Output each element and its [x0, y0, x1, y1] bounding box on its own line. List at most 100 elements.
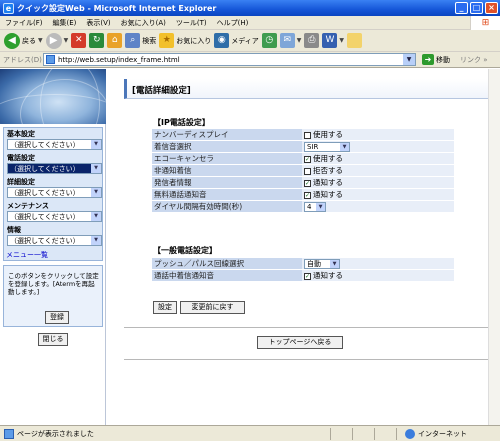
setting-label: 無料通話通知音: [152, 188, 302, 201]
nav-label: 基本設定: [7, 130, 35, 138]
status-text: ページが表示されました: [17, 429, 94, 438]
main-content-frame: [電話詳細設定] 【IP電話設定】 ナンバーディスプレイ 使用する 着信音選択 SIR…: [107, 69, 500, 425]
menu-tools[interactable]: ツール(T): [171, 18, 212, 28]
menu-view[interactable]: 表示(V): [81, 18, 115, 28]
nav-select-value: （選択してください）: [10, 213, 80, 221]
setting-control-cell: SIR ▼: [302, 140, 454, 153]
setting-label: 非通知着信: [152, 164, 302, 177]
menu-list-link[interactable]: メニュー一覧: [6, 250, 48, 260]
nav-select-phone[interactable]: （選択してください） ▼: [7, 163, 102, 174]
nav-select-advanced[interactable]: （選択してください） ▼: [7, 187, 102, 198]
setting-label: ダイヤル間隔有効時間(秒): [152, 200, 302, 213]
window-title: クイック設定Web - Microsoft Internet Explorer: [17, 3, 217, 13]
settings-row: 着信音選択 SIR ▼: [152, 140, 454, 153]
ip-checkbox-2[interactable]: ✓: [304, 155, 311, 163]
divider: [124, 327, 496, 328]
left-nav-frame: 基本設定 （選択してください） ▼ 電話設定 （選択してください） ▼ 詳細設定…: [0, 69, 106, 425]
menu-file[interactable]: ファイル(F): [0, 18, 48, 28]
go-button[interactable]: ➜ 移動: [422, 54, 450, 65]
refresh-icon: ↻: [89, 33, 105, 48]
nav-group-basic: 基本設定 （選択してください） ▼: [7, 129, 102, 150]
menu-favorites[interactable]: お気に入り(A): [116, 18, 171, 28]
menu-help[interactable]: ヘルプ(H): [212, 18, 254, 28]
settings-nav-panel: 基本設定 （選択してください） ▼ 電話設定 （選択してください） ▼ 詳細設定…: [3, 127, 103, 261]
nav-select-value: （選択してください）: [10, 141, 80, 149]
dropdown-arrow-icon: ▼: [63, 37, 69, 44]
page-title: [電話詳細設定]: [132, 86, 191, 96]
folder-button[interactable]: [347, 33, 363, 48]
nav-label: 情報: [7, 226, 21, 234]
setting-label: 発信者情報: [152, 176, 302, 189]
menu-edit[interactable]: 編集(E): [48, 18, 82, 28]
ip-checkbox-4[interactable]: ✓: [304, 179, 311, 187]
forward-button[interactable]: ▶ ▼: [45, 32, 69, 49]
settings-row: ナンバーディスプレイ 使用する: [152, 129, 454, 141]
setting-label: ナンバーディスプレイ: [152, 129, 302, 141]
status-bar: ページが表示されました インターネット: [0, 425, 500, 441]
go-arrow-icon: ➜: [422, 54, 434, 65]
address-url: http://web.setup/index_frame.html: [58, 55, 180, 64]
back-button[interactable]: ◀ 戻る ▼: [4, 32, 43, 49]
favorites-button[interactable]: ★ お気に入り: [159, 33, 211, 48]
settings-row: 通話中着信通知音 ✓ 通知する: [152, 269, 454, 282]
mail-button[interactable]: ✉ ▼: [279, 33, 301, 48]
ip-checkbox-5[interactable]: ✓: [304, 191, 311, 199]
revert-button[interactable]: 変更前に戻す: [180, 301, 245, 314]
general-checkbox-1[interactable]: ✓: [304, 272, 311, 280]
links-button[interactable]: リンク »: [460, 55, 488, 65]
close-button[interactable]: 閉じる: [38, 333, 68, 346]
set-button[interactable]: 設定: [153, 301, 177, 314]
checkbox-label: 通知する: [313, 178, 343, 187]
chevron-down-icon: ▼: [91, 212, 101, 221]
nav-select-info[interactable]: （選択してください） ▼: [7, 235, 102, 246]
chevron-down-icon: ▼: [316, 202, 325, 211]
history-button[interactable]: ◷: [261, 33, 277, 48]
general-select-0[interactable]: 自動 ▼: [304, 258, 340, 269]
back-to-top-button[interactable]: トップページへ戻る: [257, 336, 343, 349]
menu-bar: ファイル(F) 編集(E) 表示(V) お気に入り(A) ツール(T) ヘルプ(…: [0, 16, 500, 30]
register-button[interactable]: 登録: [45, 311, 69, 324]
nav-label: 電話設定: [7, 154, 35, 162]
refresh-button[interactable]: ↻: [89, 33, 105, 48]
select-value: 自動: [307, 259, 321, 268]
settings-row: 非通知着信 拒否する: [152, 164, 454, 177]
nav-select-basic[interactable]: （選択してください） ▼: [7, 139, 102, 150]
vertical-scrollbar[interactable]: [488, 69, 500, 425]
ip-select-6[interactable]: 4 ▼: [304, 201, 326, 212]
folder-icon: [347, 33, 363, 48]
word-edit-icon: W: [322, 33, 338, 48]
address-bar: アドレス(D) http://web.setup/index_frame.htm…: [0, 52, 500, 68]
nav-group-phone: 電話設定 （選択してください） ▼: [7, 153, 102, 174]
select-value: SIR: [307, 142, 319, 151]
media-button[interactable]: ◉ メディア: [214, 33, 259, 48]
search-button[interactable]: ⌕ 検索: [125, 33, 156, 48]
address-input[interactable]: http://web.setup/index_frame.html ▼: [43, 53, 416, 66]
stop-button[interactable]: ✕: [71, 33, 87, 48]
maximize-button[interactable]: □: [470, 2, 483, 14]
nav-group-info: 情報 （選択してください） ▼: [7, 225, 102, 246]
back-label: 戻る: [22, 36, 36, 45]
nav-select-value: （選択してください）: [10, 189, 80, 197]
ip-settings-table: ナンバーディスプレイ 使用する 着信音選択 SIR ▼ エコーキャンセラ ✓ 使用する 非通知着…: [152, 129, 454, 213]
home-button[interactable]: ⌂: [107, 33, 123, 48]
ip-checkbox-0[interactable]: [304, 131, 311, 139]
setting-label: プッシュ／パルス回線選択: [152, 258, 302, 270]
close-window-button[interactable]: ×: [485, 2, 498, 14]
print-icon: ⎙: [304, 33, 320, 48]
window-controls: _ □ ×: [455, 2, 498, 14]
minimize-button[interactable]: _: [455, 2, 468, 14]
ip-checkbox-3[interactable]: [304, 167, 311, 175]
internet-globe-icon: [405, 429, 415, 439]
chevron-down-icon: ▼: [340, 142, 349, 151]
page-header: [電話詳細設定]: [124, 79, 492, 99]
print-button[interactable]: ⎙: [304, 33, 320, 48]
edit-button[interactable]: W ▼: [322, 33, 344, 48]
nav-select-maintenance[interactable]: （選択してください） ▼: [7, 211, 102, 222]
back-arrow-icon: ◀: [4, 32, 20, 49]
settings-row: エコーキャンセラ ✓ 使用する: [152, 152, 454, 165]
setting-label: 着信音選択: [152, 140, 302, 153]
zone-label: インターネット: [418, 430, 467, 438]
forward-arrow-icon: ▶: [45, 32, 62, 49]
address-dropdown-icon[interactable]: ▼: [403, 54, 415, 65]
ip-select-1[interactable]: SIR ▼: [304, 141, 350, 152]
